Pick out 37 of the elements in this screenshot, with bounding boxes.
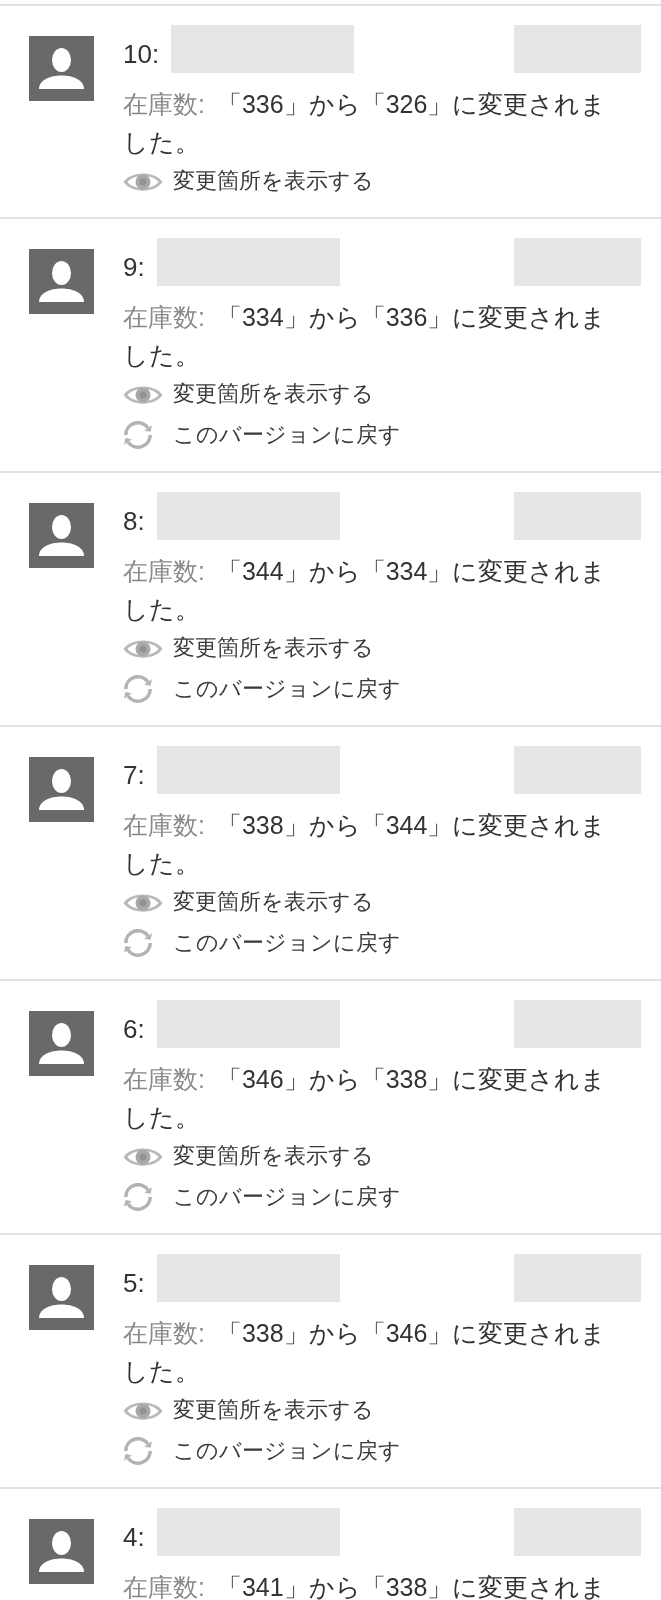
change-description: 在庫数: 「341」から「338」に変更されま xyxy=(123,1572,608,1600)
refresh-icon xyxy=(123,929,153,958)
refresh-icon xyxy=(123,421,153,450)
show-changes-link[interactable]: 変更箇所を表示する xyxy=(123,882,374,923)
revision-number: 9: xyxy=(123,251,145,282)
restore-version-link[interactable]: このバージョンに戻す xyxy=(123,669,401,710)
show-changes-link[interactable]: 変更箇所を表示する xyxy=(123,628,374,669)
avatar-icon xyxy=(29,36,94,101)
refresh-icon xyxy=(123,675,153,704)
show-changes-link[interactable]: 変更箇所を表示する xyxy=(123,161,374,202)
show-changes-link[interactable]: 変更箇所を表示する xyxy=(123,1390,374,1431)
restore-version-link[interactable]: このバージョンに戻す xyxy=(123,1431,401,1472)
avatar-icon xyxy=(29,1265,94,1330)
revision-number: 10: xyxy=(123,38,160,69)
show-changes-link[interactable]: 変更箇所を表示する xyxy=(123,1136,374,1177)
avatar-icon xyxy=(29,1519,94,1584)
restore-version-link[interactable]: このバージョンに戻す xyxy=(123,415,401,456)
refresh-icon xyxy=(123,1437,153,1466)
revision-number: 7: xyxy=(123,759,145,790)
change-description: 在庫数: 「338」から「346」に変更されました。 xyxy=(123,1318,608,1387)
change-description: 在庫数: 「336」から「326」に変更されました。 xyxy=(123,89,608,158)
restore-version-link[interactable]: このバージョンに戻す xyxy=(123,923,401,964)
avatar-icon xyxy=(29,249,94,314)
change-description: 在庫数: 「334」から「336」に変更されました。 xyxy=(123,302,608,371)
revision-number: 4: xyxy=(123,1521,145,1552)
change-description: 在庫数: 「344」から「334」に変更されました。 xyxy=(123,556,608,625)
revision-number: 5: xyxy=(123,1267,145,1298)
avatar-icon xyxy=(29,757,94,822)
avatar-icon xyxy=(29,1011,94,1076)
restore-version-link[interactable]: このバージョンに戻す xyxy=(123,1177,401,1218)
revision-number: 8: xyxy=(123,505,145,536)
change-description: 在庫数: 「346」から「338」に変更されました。 xyxy=(123,1064,608,1133)
refresh-icon xyxy=(123,1183,153,1212)
avatar-icon xyxy=(29,503,94,568)
revision-number: 6: xyxy=(123,1013,145,1044)
show-changes-link[interactable]: 変更箇所を表示する xyxy=(123,374,374,415)
change-description: 在庫数: 「338」から「344」に変更されました。 xyxy=(123,810,608,879)
